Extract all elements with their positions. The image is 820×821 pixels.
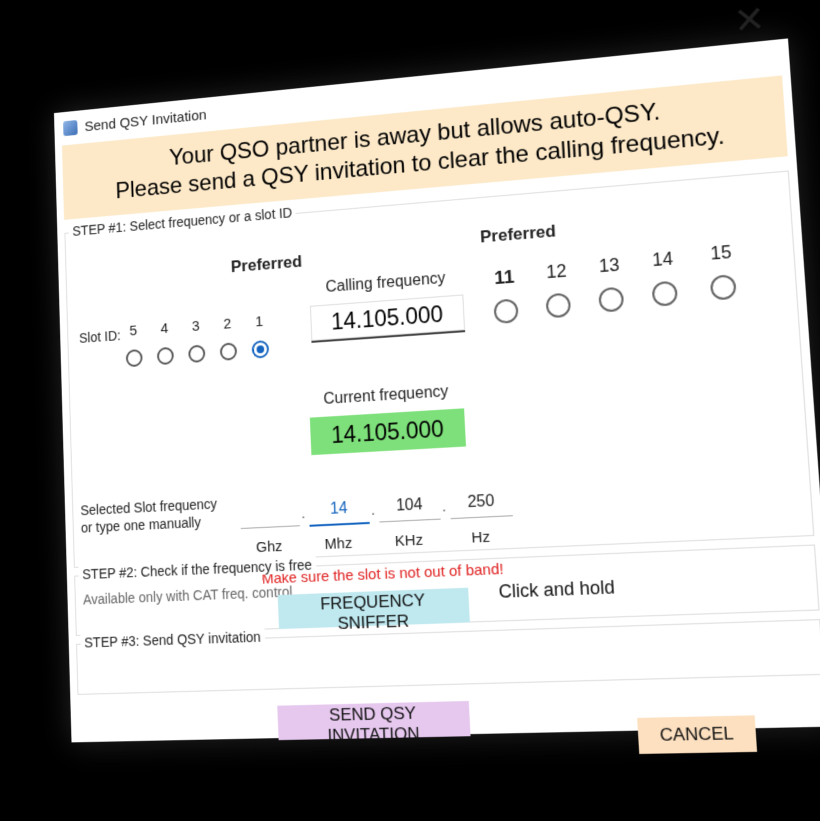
slot-id-label: Slot ID: — [78, 327, 121, 346]
slot-14-label: 14 — [651, 248, 674, 271]
frequency-sniffer-button[interactable]: FREQUENCY SNIFFER — [277, 587, 470, 633]
slot-13-radio[interactable] — [598, 286, 625, 313]
cancel-button[interactable]: CANCEL — [637, 715, 758, 754]
slot-11-radio[interactable] — [493, 298, 519, 325]
slot-2-radio[interactable] — [219, 342, 238, 361]
separator-3: . — [441, 498, 447, 515]
separator-1: . — [300, 505, 306, 522]
current-frequency-caption: Current frequency — [323, 383, 449, 408]
calling-frequency-value: 14.105.000 — [309, 294, 466, 343]
hz-input[interactable] — [449, 486, 513, 520]
calling-frequency-caption: Calling frequency — [325, 270, 446, 296]
slot-14-radio[interactable] — [651, 280, 679, 307]
cat-control-note: Available only with CAT freq. control — [82, 583, 293, 608]
slot-12-radio[interactable] — [545, 292, 572, 319]
slot-3-label: 3 — [191, 317, 200, 335]
khz-unit-label: KHz — [394, 531, 424, 550]
slot-3-radio[interactable] — [188, 344, 206, 364]
ghz-input[interactable] — [239, 497, 300, 530]
click-hold-hint: Click and hold — [498, 576, 616, 602]
slot-5-label: 5 — [129, 322, 138, 340]
slot-1-radio[interactable] — [251, 340, 270, 359]
mhz-unit-label: Mhz — [324, 534, 353, 554]
step3-group: STEP #3: Send QSY invitation — [76, 619, 820, 695]
slot-12-label: 12 — [545, 260, 568, 283]
slot-1-label: 1 — [255, 313, 264, 331]
selected-freq-label-2: or type one manually — [80, 514, 202, 536]
slot-4-radio[interactable] — [156, 346, 174, 366]
close-icon[interactable]: ✕ — [726, 0, 773, 43]
hz-unit-label: Hz — [471, 528, 491, 547]
window-title: Send QSY Invitation — [84, 106, 207, 135]
preferred-right-label: Preferred — [479, 221, 557, 247]
slot-13-label: 13 — [598, 254, 621, 277]
slot-4-label: 4 — [160, 320, 169, 338]
ghz-unit-label: Ghz — [255, 538, 283, 557]
mhz-input[interactable] — [308, 493, 370, 527]
current-frequency-value: 14.105.000 — [309, 408, 467, 456]
slot-11-label: 11 — [493, 266, 515, 290]
app-icon — [63, 119, 78, 137]
khz-input[interactable] — [378, 490, 441, 523]
slot-5-radio[interactable] — [125, 348, 143, 368]
step1-group: STEP #1: Select frequency or a slot ID S… — [64, 170, 815, 588]
slot-2-label: 2 — [223, 315, 232, 333]
slot-15-radio[interactable] — [709, 274, 737, 301]
send-qsy-invitation-button[interactable]: SEND QSY INVITATION — [277, 700, 471, 745]
preferred-left-label: Preferred — [230, 252, 303, 277]
slot-15-label: 15 — [709, 241, 733, 264]
qsy-dialog: ✕ Send QSY Invitation Your QSO partner i… — [53, 0, 820, 754]
separator-2: . — [370, 501, 376, 518]
